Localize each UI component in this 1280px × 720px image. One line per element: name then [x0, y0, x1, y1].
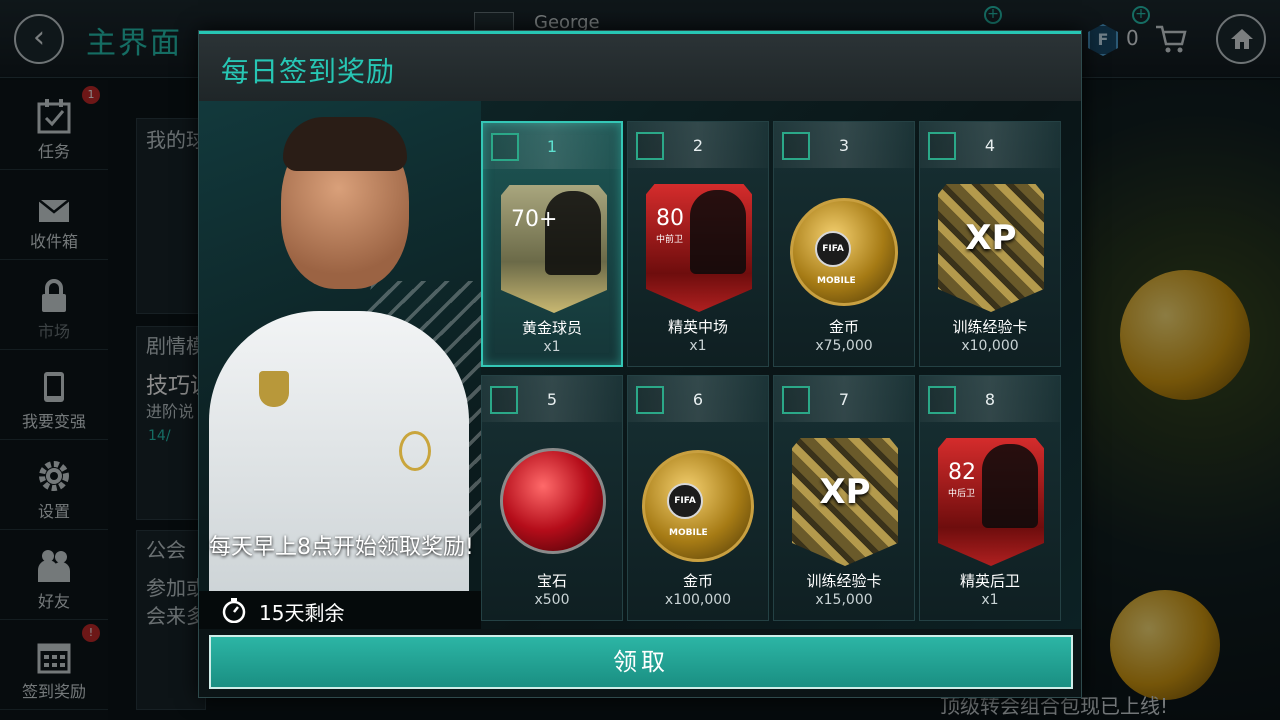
claim-button[interactable]: 领取 — [209, 635, 1073, 689]
coin-logo: FIFA MOBILE — [667, 483, 708, 538]
reward-quantity: x1 — [981, 592, 999, 608]
coins-icon: FIFA MOBILE — [790, 198, 898, 306]
reward-name: 训练经验卡 — [952, 318, 1028, 336]
day-number: 4 — [984, 136, 996, 155]
day-number: 7 — [838, 390, 850, 409]
reward-slot-day-5[interactable]: 5 宝石 x500 — [481, 375, 623, 621]
reward-quantity: x1 — [543, 339, 561, 355]
xp-card: XP — [792, 438, 898, 566]
club-crest — [399, 431, 431, 471]
stopwatch-icon — [222, 598, 246, 623]
reward-slot-day-6[interactable]: 6 FIFA MOBILE 金币 x100,000 — [627, 375, 769, 621]
player-jersey — [209, 311, 469, 629]
card-position: 中前卫 — [656, 235, 684, 245]
card-rating: 82 — [948, 460, 976, 485]
reward-quantity: x500 — [534, 592, 570, 608]
reward-slot-day-1[interactable]: 1 70+ 黄金球员 x1 — [481, 121, 623, 367]
card-rating: 80 — [656, 206, 684, 231]
player-silhouette — [982, 444, 1038, 528]
dialog-body: 每天早上8点开始领取奖励! 15天剩余 1 70+ 黄金球员 x1 2 80 中… — [199, 101, 1081, 629]
jersey-badge — [259, 371, 289, 407]
gold-player-card: 70+ — [501, 185, 607, 313]
reward-name: 训练经验卡 — [806, 572, 882, 590]
day-number: 2 — [692, 136, 704, 155]
dialog-header: 每日签到奖励 — [199, 31, 1081, 101]
reward-quantity: x75,000 — [815, 338, 873, 354]
xp-card: XP — [938, 184, 1044, 312]
reward-quantity: x1 — [689, 338, 707, 354]
timer-bar: 15天剩余 — [199, 591, 481, 629]
reward-slot-day-3[interactable]: 3 FIFA MOBILE 金币 x75,000 — [773, 121, 915, 367]
card-rating: 70+ — [511, 207, 558, 232]
day-number: 1 — [546, 137, 558, 156]
coins-icon: FIFA MOBILE — [642, 450, 754, 562]
elite-player-card: 82 中后卫 — [938, 438, 1044, 566]
reward-quantity: x10,000 — [961, 338, 1019, 354]
card-position: 中后卫 — [948, 489, 976, 499]
reward-slot-day-2[interactable]: 2 80 中前卫 精英中场 x1 — [627, 121, 769, 367]
reward-quantity: x100,000 — [664, 592, 732, 608]
reward-grid: 1 70+ 黄金球员 x1 2 80 中前卫 精英中场 x1 3 FIFA MO… — [481, 101, 1081, 629]
gem-icon — [500, 448, 606, 554]
player-hair — [283, 117, 407, 171]
reward-name: 精英中场 — [667, 318, 728, 336]
coin-logo: FIFA MOBILE — [815, 231, 856, 286]
reward-slot-day-7[interactable]: 7 XP 训练经验卡 x15,000 — [773, 375, 915, 621]
day-number: 8 — [984, 390, 996, 409]
claim-area: 领取 — [199, 629, 1081, 697]
reward-name: 精英后卫 — [959, 572, 1020, 590]
reward-name: 金币 — [682, 572, 713, 590]
daily-checkin-dialog: 每日签到奖励 每天早上8点开始领取奖励! 15天剩余 1 70+ 黄金球员 x1… — [198, 30, 1082, 698]
day-number: 5 — [546, 390, 558, 409]
reward-slot-day-8[interactable]: 8 82 中后卫 精英后卫 x1 — [919, 375, 1061, 621]
reward-time-message: 每天早上8点开始领取奖励! — [209, 535, 474, 560]
reward-quantity: x15,000 — [815, 592, 873, 608]
elite-player-card: 80 中前卫 — [646, 184, 752, 312]
day-number: 6 — [692, 390, 704, 409]
hero-image: 每天早上8点开始领取奖励! 15天剩余 — [199, 101, 481, 629]
reward-name: 宝石 — [536, 572, 567, 590]
days-remaining: 15天剩余 — [259, 601, 345, 625]
reward-slot-day-4[interactable]: 4 XP 训练经验卡 x10,000 — [919, 121, 1061, 367]
dialog-title: 每日签到奖励 — [221, 55, 396, 88]
reward-name: 金币 — [828, 318, 859, 336]
day-number: 3 — [838, 136, 850, 155]
xp-label: XP — [965, 218, 1017, 258]
player-silhouette — [545, 191, 601, 275]
reward-name: 黄金球员 — [521, 319, 582, 337]
xp-label: XP — [819, 472, 871, 512]
player-silhouette — [690, 190, 746, 274]
